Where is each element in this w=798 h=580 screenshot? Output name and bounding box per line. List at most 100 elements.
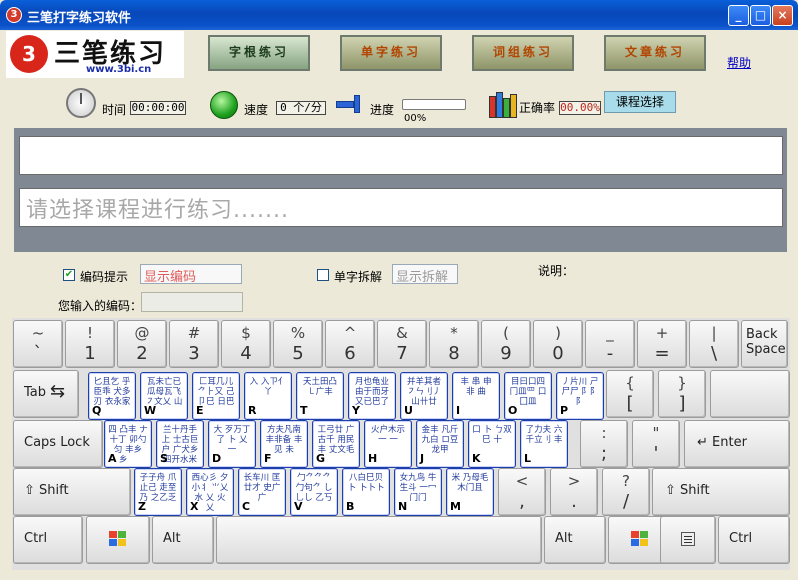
mode-radical-button[interactable]: 字根练习	[208, 35, 310, 71]
close-button[interactable]: ×	[772, 5, 793, 26]
shift-left-key[interactable]: ⇧ Shift	[13, 468, 131, 516]
key-row1-12-shift-char: +	[655, 324, 669, 342]
tab-arrows-icon: ⇆	[50, 381, 66, 402]
key-v-letter: V	[294, 500, 303, 513]
key-g[interactable]: 工弓廿 广古千 用民丰 丈文毛 G	[312, 420, 360, 468]
shift-right-key[interactable]: ⇧ Shift	[652, 468, 790, 516]
key-punct-1[interactable]: >.	[550, 468, 598, 516]
key-p[interactable]: 丿片川 ㄕ尸尸 阝阝阝 P	[556, 372, 604, 420]
key-row1-13-shift-char: |	[711, 324, 717, 342]
key-row1-5-char: 5	[292, 343, 304, 364]
key-w[interactable]: 瓦未亡已 瓜母瓦飞 ㇇文乂 山W	[140, 372, 188, 420]
maximize-button[interactable]: □	[750, 5, 771, 26]
key-row1-2-char: 2	[136, 343, 148, 364]
app-logo-icon: 3	[6, 7, 22, 23]
alt-right-key[interactable]: Alt	[544, 516, 606, 564]
split-checkbox[interactable]	[317, 269, 329, 281]
key-punct-0[interactable]: <,	[498, 468, 546, 516]
key-i-radicals: 丰 串 申 非 曲	[460, 377, 492, 397]
key-z[interactable]: 子子舟 爪止己 走至乃 之乙乏 Z	[134, 468, 182, 516]
key-row1-8[interactable]: * 8	[429, 320, 479, 368]
enter-key[interactable]: ↵ Enter	[684, 420, 790, 468]
speed-light-icon	[210, 91, 238, 119]
key-semi-quote-1[interactable]: " '	[632, 420, 680, 468]
spacebar-key[interactable]	[216, 516, 542, 564]
key-j[interactable]: 金丰 凡斤九白 ロ豆龙甲 J	[416, 420, 464, 468]
mode-phrase-button[interactable]: 词组练习	[472, 35, 574, 71]
key-k-radicals: 口 卜 ㄅ双巳 十	[472, 425, 512, 445]
ctrl-left-key[interactable]: Ctrl	[13, 516, 83, 564]
tab-key[interactable]: Tab ⇆	[13, 370, 79, 418]
key-row1-10[interactable]: ) 0	[533, 320, 583, 368]
key-b[interactable]: 八白巳贝 卜 卜卜卜 B	[342, 468, 390, 516]
key-punct-1-char: .	[571, 491, 577, 512]
key-row1-3[interactable]: #3	[169, 320, 219, 368]
mode-article-button[interactable]: 文章练习	[604, 35, 706, 71]
key-t-letter: T	[300, 404, 308, 417]
key-r[interactable]: 入 入ㄗ亻丫 R	[244, 372, 292, 420]
key-row1-1[interactable]: ! 1	[65, 320, 115, 368]
key-a-sub: 乡	[119, 455, 128, 465]
key-x[interactable]: 西心彡 夕小丬 ⺌乂水 乂 火 乂X	[186, 468, 234, 516]
key-bracket-1[interactable]: }]	[658, 370, 706, 418]
key-q-letter: Q	[92, 404, 102, 417]
key-punct-2[interactable]: ? /	[602, 468, 650, 516]
key-t-radicals: 夭土田凸 ㇄广丰	[302, 377, 337, 397]
windows-left-key[interactable]	[86, 516, 150, 564]
key-e[interactable]: 匚耳几儿 ⺈⺊又 己卩巳 日巴 E	[192, 372, 240, 420]
key-i[interactable]: 丰 串 申 非 曲 I	[452, 372, 500, 420]
key-n-letter: N	[398, 500, 408, 513]
key-s[interactable]: 兰十丹手上 士古巨户 广犬乡 四开水米 S	[156, 420, 204, 468]
key-v[interactable]: 勹⺈⺈⺈ 勹句⺈ し乚し 乙丂 V	[290, 468, 338, 516]
key-y[interactable]: 月也龟业 由于而牙 又已巴了 Y	[348, 372, 396, 420]
key-n[interactable]: 女九鸟 牛生斗 一冖门门 N	[394, 468, 442, 516]
key-row1-11[interactable]: _ -	[585, 320, 635, 368]
key-a[interactable]: 四 凸丰 ナ十丁 卯勺匀 丰乡 A 乡	[104, 420, 152, 468]
key-row1-4[interactable]: $4	[221, 320, 271, 368]
progress-percent: 00%	[404, 113, 427, 124]
key-row1-9[interactable]: (9	[481, 320, 531, 368]
key-d[interactable]: 大 歹万丁了 卜 乂 一D	[208, 420, 256, 468]
key-m[interactable]: 米 乃母毛 木门且 M	[446, 468, 494, 516]
caps-lock-key-label: Caps Lock	[24, 435, 90, 450]
key-d-letter: D	[212, 452, 222, 465]
key-u[interactable]: 并羊其者 ㇇ㄣ刂丿 山卄廿 U	[400, 372, 448, 420]
caps-lock-key[interactable]: Caps Lock	[13, 420, 103, 468]
key-semi-quote-1-char: '	[653, 443, 659, 464]
key-row1-0[interactable]: ~ `	[13, 320, 63, 368]
key-f[interactable]: 方夫凡南 丰非备 丰 见 未F	[260, 420, 308, 468]
key-row1-13[interactable]: | \	[689, 320, 739, 368]
key-f-radicals: 方夫凡南 丰非备 丰 见 未	[265, 425, 303, 455]
minimize-button[interactable]: _	[728, 5, 749, 26]
key-row1-12[interactable]: + =	[637, 320, 687, 368]
key-row1-7-char: 7	[396, 343, 408, 364]
key-v-radicals: 勹⺈⺈⺈ 勹句⺈ し乚し 乙丂	[295, 473, 333, 503]
key-k-letter: K	[472, 452, 481, 465]
books-icon	[487, 88, 517, 118]
course-select-button[interactable]: 课程选择	[604, 91, 676, 113]
key-semi-quote-0[interactable]: :;	[580, 420, 628, 468]
key-row1-2[interactable]: @2	[117, 320, 167, 368]
key-row1-7[interactable]: & 7	[377, 320, 427, 368]
key-u-radicals: 并羊其者 ㇇ㄣ刂丿 山卄廿	[406, 377, 441, 407]
alt-left-key[interactable]: Alt	[152, 516, 214, 564]
title-bar[interactable]: 3 三笔打字练习软件 _ □ ×	[0, 0, 798, 30]
key-c[interactable]: 长车川 匡廿才 史广广 C	[238, 468, 286, 516]
code-hint-checkbox[interactable]: ✔	[63, 269, 75, 281]
key-l[interactable]: 了力夫 六千立刂 丰 L	[520, 420, 568, 468]
key-row1-5[interactable]: % 5	[273, 320, 323, 368]
key-q[interactable]: 匕且乞 乎臣乖 犬多刃 衣永家 Q	[88, 372, 136, 420]
key-bracket-0[interactable]: {[	[606, 370, 654, 418]
key-k[interactable]: 口 卜 ㄅ双巳 十 K	[468, 420, 516, 468]
menu-key[interactable]	[660, 516, 716, 564]
key-o[interactable]: 目曰口四 冂皿罒 口囗皿 O	[504, 372, 552, 420]
backspace-key[interactable]: Back Space	[741, 320, 788, 368]
ctrl-right-key[interactable]: Ctrl	[718, 516, 790, 564]
help-link[interactable]: 帮助	[727, 54, 751, 71]
key-semi-quote-0-shift-char: :	[601, 424, 607, 442]
key-row1-6[interactable]: ^ 6	[325, 320, 375, 368]
typing-input[interactable]: 请选择课程进行练习.......	[19, 188, 783, 227]
key-t[interactable]: 夭土田凸 ㇄广丰 T	[296, 372, 344, 420]
mode-single-char-button[interactable]: 单字练习	[340, 35, 442, 71]
key-h[interactable]: 火户木示 一 一 H	[364, 420, 412, 468]
